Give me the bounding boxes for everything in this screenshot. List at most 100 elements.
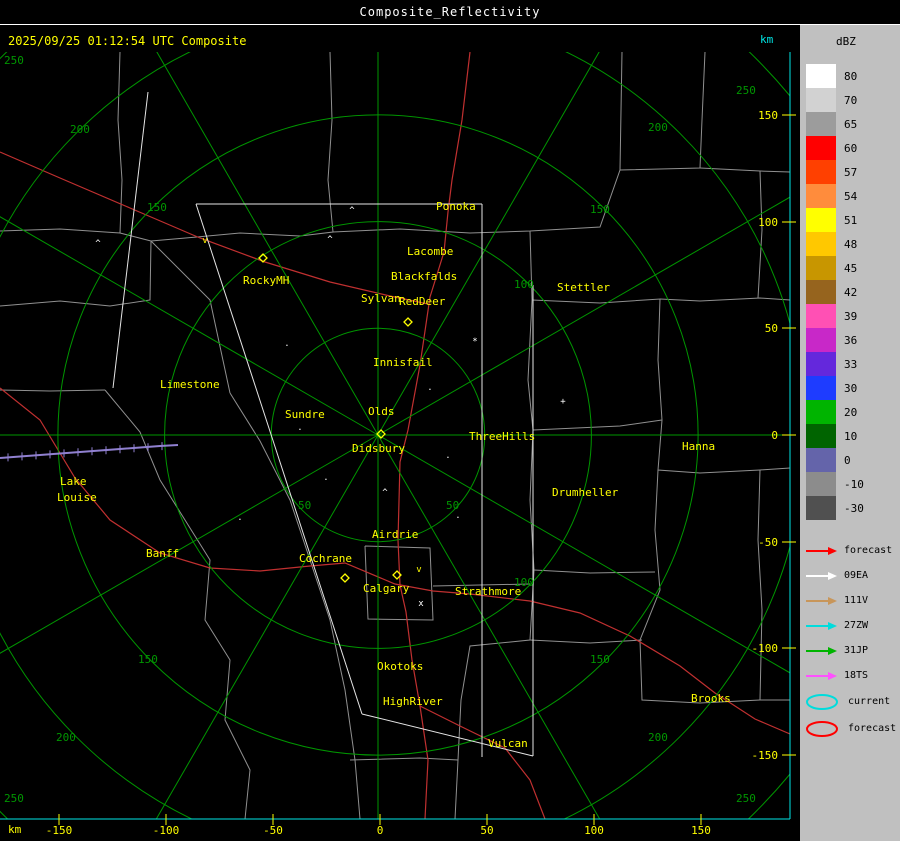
colorbar-entry: -10 <box>806 472 900 496</box>
colorbar-swatch <box>806 424 836 448</box>
colorbar-entry: 60 <box>806 136 900 160</box>
bottom-axis-tick-label: -100 <box>153 824 180 837</box>
colorbar-value: 42 <box>844 285 858 299</box>
county-boundary-line <box>349 757 459 761</box>
colorbar-value: 33 <box>844 357 858 371</box>
radar-site-marker <box>340 573 350 583</box>
county-boundary-line <box>529 639 643 644</box>
town-marker: . <box>427 383 432 393</box>
city-label: Calgary <box>363 582 410 595</box>
radar-map-layer: ^^^. *+.^.x....vv250200150250200150100501… <box>0 52 790 819</box>
right-axis-tick-label: -150 <box>752 749 779 762</box>
right-axis-tick-label: 0 <box>771 429 778 442</box>
town-marker: . <box>445 451 450 461</box>
colorbar-swatch <box>806 280 836 304</box>
range-ring-label: 200 <box>648 121 668 134</box>
colorbar-swatch <box>806 472 836 496</box>
county-boundary-line <box>659 297 790 302</box>
track-arrow-icon <box>806 571 837 580</box>
colorbar-value: -10 <box>844 477 864 491</box>
radar-sector-line <box>112 91 149 389</box>
colorbar-swatch <box>806 208 836 232</box>
track-legend-item: 111V <box>804 588 900 613</box>
colorbar-value: 51 <box>844 213 858 227</box>
colorbar-value: 70 <box>844 93 858 107</box>
range-ring-label: 50 <box>446 499 459 512</box>
city-label: Cochrane <box>299 552 352 565</box>
colorbar-entry: 57 <box>806 160 900 184</box>
city-label: Blackfalds <box>391 270 457 283</box>
colorbar-value: 57 <box>844 165 858 179</box>
town-marker: ^ <box>327 235 333 245</box>
colorbar-swatch <box>806 448 836 472</box>
colorbar-entry: 30 <box>806 376 900 400</box>
right-axis-tick-label: -100 <box>752 642 779 655</box>
colorbar-swatch <box>806 88 836 112</box>
city-label: Didsbury <box>352 442 405 455</box>
county-boundary-line <box>0 240 152 307</box>
highway-line <box>0 387 790 735</box>
range-ring-label: 250 <box>4 792 24 805</box>
colorbar-value: 45 <box>844 261 858 275</box>
range-ring-label: 150 <box>138 653 158 666</box>
town-marker: + <box>560 397 566 407</box>
bottom-axis-tick-label: 150 <box>691 824 711 837</box>
town-marker: v <box>202 236 207 246</box>
ellipse-legend-item: forecast <box>804 715 900 742</box>
range-ring-label: 100 <box>514 278 534 291</box>
colorbar-entry: 51 <box>806 208 900 232</box>
range-ring-label: 250 <box>736 792 756 805</box>
azimuth-spoke <box>0 434 379 654</box>
colorbar-swatch <box>806 352 836 376</box>
track-legend-item: forecast <box>804 538 900 563</box>
bottom-axis-tick-label: -150 <box>46 824 73 837</box>
range-ring <box>0 52 790 819</box>
city-label: Lacombe <box>407 245 453 258</box>
track-legend-item: 27ZW <box>804 613 900 638</box>
track-legend-item: 31JP <box>804 638 900 663</box>
range-ring-label: 250 <box>4 54 24 67</box>
colorbar-swatch <box>806 400 836 424</box>
colorbar-entry: 33 <box>806 352 900 376</box>
county-boundary-line <box>150 240 231 394</box>
track-arrow-icon <box>806 646 837 655</box>
range-ring-label: 50 <box>298 499 311 512</box>
track-legend-item: 09EA <box>804 563 900 588</box>
current-ellipse-icon <box>806 693 838 710</box>
window-title-bar: Composite_Reflectivity <box>0 0 900 25</box>
county-boundary-line <box>150 52 334 242</box>
azimuth-spoke <box>377 52 600 436</box>
radar-display[interactable]: ^^^. *+.^.x....vv250200150250200150100501… <box>0 0 900 841</box>
county-boundary-line <box>104 389 251 819</box>
colorbar-swatch <box>806 496 836 520</box>
city-label: HighRiver <box>383 695 443 708</box>
range-ring-label: 150 <box>147 201 167 214</box>
track-label: 27ZW <box>844 620 869 631</box>
track-legend: forecast 09EA 111V 27ZW 31JP 18TS current forec… <box>800 538 900 742</box>
colorbar-value: 20 <box>844 405 858 419</box>
town-marker: . <box>297 423 302 433</box>
city-label: Sundre <box>285 408 325 421</box>
county-boundary-line <box>531 298 790 474</box>
city-label: Stettler <box>557 281 610 294</box>
track-arrow-icon <box>806 596 837 605</box>
colorbar-entry: 36 <box>806 328 900 352</box>
colorbar-entry: 48 <box>806 232 900 256</box>
right-axis-tick-label: 50 <box>765 322 778 335</box>
city-label: Vulcan <box>488 737 528 750</box>
city-label: Innisfail <box>373 356 433 369</box>
track-label: 111V <box>844 595 869 606</box>
right-axis-tick-label: 100 <box>758 216 778 229</box>
azimuth-spoke <box>155 434 379 819</box>
bottom-axis-tick-label: 50 <box>480 824 493 837</box>
city-label: Strathmore <box>455 585 521 598</box>
county-boundary-line <box>533 569 656 574</box>
county-boundary-line <box>454 230 535 819</box>
town-marker: . <box>237 513 242 523</box>
county-boundary-line <box>757 469 763 701</box>
town-marker: . <box>284 339 289 349</box>
city-label: Brooks <box>691 692 731 705</box>
city-label: Airdrie <box>372 528 418 541</box>
range-ring-label: 200 <box>70 123 90 136</box>
forecast-ellipse-icon <box>806 720 838 737</box>
